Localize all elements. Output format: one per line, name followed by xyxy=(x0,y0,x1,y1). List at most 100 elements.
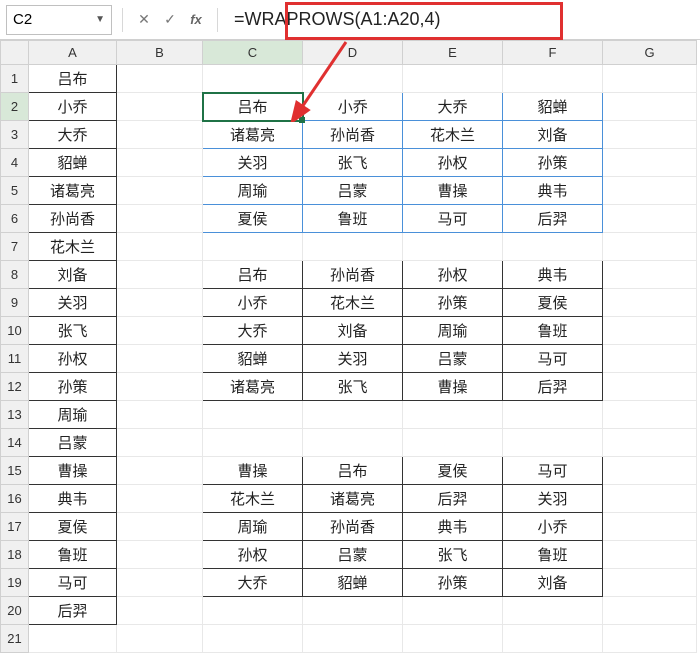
cell-C8[interactable]: 吕布 xyxy=(203,261,303,289)
cell-D3[interactable]: 孙尚香 xyxy=(303,121,403,149)
cell-F16[interactable]: 关羽 xyxy=(503,485,603,513)
row-header-15[interactable]: 15 xyxy=(1,457,29,485)
cell-A14[interactable]: 吕蒙 xyxy=(29,429,117,457)
cell-C20[interactable] xyxy=(203,597,303,625)
row-header-12[interactable]: 12 xyxy=(1,373,29,401)
row-header-4[interactable]: 4 xyxy=(1,149,29,177)
col-header-C[interactable]: C xyxy=(203,41,303,65)
cell-D14[interactable] xyxy=(303,429,403,457)
cell-G13[interactable] xyxy=(603,401,697,429)
cell-G9[interactable] xyxy=(603,289,697,317)
cell-E5[interactable]: 曹操 xyxy=(403,177,503,205)
cell-A21[interactable] xyxy=(29,625,117,653)
cell-A19[interactable]: 马可 xyxy=(29,569,117,597)
row-header-17[interactable]: 17 xyxy=(1,513,29,541)
cell-A18[interactable]: 鲁班 xyxy=(29,541,117,569)
cell-A16[interactable]: 典韦 xyxy=(29,485,117,513)
col-header-E[interactable]: E xyxy=(403,41,503,65)
cell-E8[interactable]: 孙权 xyxy=(403,261,503,289)
cell-G21[interactable] xyxy=(603,625,697,653)
chevron-down-icon[interactable]: ▼ xyxy=(91,14,105,25)
cell-F11[interactable]: 马可 xyxy=(503,345,603,373)
cell-B19[interactable] xyxy=(117,569,203,597)
row-header-14[interactable]: 14 xyxy=(1,429,29,457)
row-header-6[interactable]: 6 xyxy=(1,205,29,233)
cell-C18[interactable]: 孙权 xyxy=(203,541,303,569)
cell-A6[interactable]: 孙尚香 xyxy=(29,205,117,233)
cell-G16[interactable] xyxy=(603,485,697,513)
fx-icon[interactable]: fx xyxy=(185,12,207,27)
cell-A13[interactable]: 周瑜 xyxy=(29,401,117,429)
cell-D6[interactable]: 鲁班 xyxy=(303,205,403,233)
cell-E7[interactable] xyxy=(403,233,503,261)
select-all-corner[interactable] xyxy=(1,41,29,65)
cell-B4[interactable] xyxy=(117,149,203,177)
cell-G15[interactable] xyxy=(603,457,697,485)
cell-B14[interactable] xyxy=(117,429,203,457)
cell-F2[interactable]: 貂蝉 xyxy=(503,93,603,121)
name-box[interactable]: C2 ▼ xyxy=(6,5,112,35)
cell-C21[interactable] xyxy=(203,625,303,653)
cell-B16[interactable] xyxy=(117,485,203,513)
cell-E2[interactable]: 大乔 xyxy=(403,93,503,121)
cell-G2[interactable] xyxy=(603,93,697,121)
cell-C11[interactable]: 貂蝉 xyxy=(203,345,303,373)
cell-G10[interactable] xyxy=(603,317,697,345)
cell-G4[interactable] xyxy=(603,149,697,177)
cell-C15[interactable]: 曹操 xyxy=(203,457,303,485)
cell-G3[interactable] xyxy=(603,121,697,149)
col-header-D[interactable]: D xyxy=(303,41,403,65)
cell-A9[interactable]: 关羽 xyxy=(29,289,117,317)
row-header-1[interactable]: 1 xyxy=(1,65,29,93)
cell-D12[interactable]: 张飞 xyxy=(303,373,403,401)
cell-D8[interactable]: 孙尚香 xyxy=(303,261,403,289)
cell-B13[interactable] xyxy=(117,401,203,429)
cell-E13[interactable] xyxy=(403,401,503,429)
cell-E1[interactable] xyxy=(403,65,503,93)
cell-E19[interactable]: 孙策 xyxy=(403,569,503,597)
formula-input[interactable]: =WRAPROWS(A1:A20,4) xyxy=(234,9,694,30)
row-header-11[interactable]: 11 xyxy=(1,345,29,373)
row-header-9[interactable]: 9 xyxy=(1,289,29,317)
cell-B21[interactable] xyxy=(117,625,203,653)
cell-F1[interactable] xyxy=(503,65,603,93)
spreadsheet-grid[interactable]: ABCDEFG1吕布2小乔吕布小乔大乔貂蝉3大乔诸葛亮孙尚香花木兰刘备4貂蝉关羽… xyxy=(0,40,700,653)
cell-F14[interactable] xyxy=(503,429,603,457)
cell-D16[interactable]: 诸葛亮 xyxy=(303,485,403,513)
cell-C9[interactable]: 小乔 xyxy=(203,289,303,317)
row-header-19[interactable]: 19 xyxy=(1,569,29,597)
cell-B3[interactable] xyxy=(117,121,203,149)
cell-C13[interactable] xyxy=(203,401,303,429)
cell-D15[interactable]: 吕布 xyxy=(303,457,403,485)
cell-B18[interactable] xyxy=(117,541,203,569)
cell-A15[interactable]: 曹操 xyxy=(29,457,117,485)
row-header-13[interactable]: 13 xyxy=(1,401,29,429)
cell-F8[interactable]: 典韦 xyxy=(503,261,603,289)
cell-E16[interactable]: 后羿 xyxy=(403,485,503,513)
cell-C19[interactable]: 大乔 xyxy=(203,569,303,597)
cell-C2[interactable]: 吕布 xyxy=(203,93,303,121)
cell-A5[interactable]: 诸葛亮 xyxy=(29,177,117,205)
cell-F18[interactable]: 鲁班 xyxy=(503,541,603,569)
cell-F21[interactable] xyxy=(503,625,603,653)
row-header-2[interactable]: 2 xyxy=(1,93,29,121)
cell-F7[interactable] xyxy=(503,233,603,261)
cell-A20[interactable]: 后羿 xyxy=(29,597,117,625)
cell-G11[interactable] xyxy=(603,345,697,373)
cell-D10[interactable]: 刘备 xyxy=(303,317,403,345)
cell-B1[interactable] xyxy=(117,65,203,93)
cell-F5[interactable]: 典韦 xyxy=(503,177,603,205)
cell-F10[interactable]: 鲁班 xyxy=(503,317,603,345)
cell-C16[interactable]: 花木兰 xyxy=(203,485,303,513)
cell-F13[interactable] xyxy=(503,401,603,429)
cell-D4[interactable]: 张飞 xyxy=(303,149,403,177)
cell-C14[interactable] xyxy=(203,429,303,457)
cell-A1[interactable]: 吕布 xyxy=(29,65,117,93)
cell-C4[interactable]: 关羽 xyxy=(203,149,303,177)
cell-B8[interactable] xyxy=(117,261,203,289)
cell-F9[interactable]: 夏侯 xyxy=(503,289,603,317)
cell-F20[interactable] xyxy=(503,597,603,625)
col-header-B[interactable]: B xyxy=(117,41,203,65)
row-header-18[interactable]: 18 xyxy=(1,541,29,569)
cell-C17[interactable]: 周瑜 xyxy=(203,513,303,541)
